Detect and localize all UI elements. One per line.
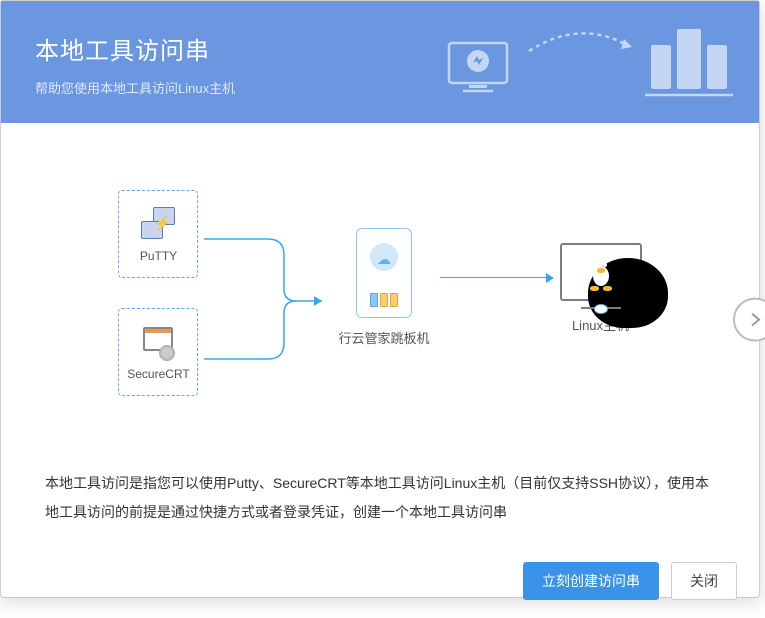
putty-label: PuTTY <box>140 249 177 263</box>
header: 本地工具访问串 帮助您使用本地工具访问Linux主机 <box>1 1 759 123</box>
tool-securecrt: SecureCRT <box>118 308 198 396</box>
connection-diagram: ⚡ PuTTY SecureCRT <box>41 173 719 413</box>
dialog-body: ⚡ PuTTY SecureCRT <box>1 123 759 548</box>
dialog-footer: 立刻创建访问串 关闭 <box>1 548 759 618</box>
tux-icon <box>586 254 616 290</box>
server-icon: ☁ <box>356 228 412 318</box>
arrow-server-to-host <box>430 277 560 279</box>
securecrt-label: SecureCRT <box>127 367 189 381</box>
tools-column: ⚡ PuTTY SecureCRT <box>118 190 198 396</box>
arrows-tools-to-server <box>198 193 338 393</box>
dialog: 本地工具访问串 帮助您使用本地工具访问Linux主机 <box>0 0 760 598</box>
securecrt-icon <box>139 323 177 361</box>
header-illustration <box>439 19 739 109</box>
tool-putty: ⚡ PuTTY <box>118 190 198 278</box>
jump-server: ☁ 行云管家跳板机 <box>338 228 429 347</box>
create-button[interactable]: 立刻创建访问串 <box>523 562 659 600</box>
description-text: 本地工具访问是指您可以使用Putty、SecureCRT等本地工具访问Linux… <box>41 469 719 528</box>
jump-server-label: 行云管家跳板机 <box>338 328 429 347</box>
monitor-icon <box>560 243 642 301</box>
linux-host: Linux主机 <box>560 243 642 334</box>
close-button[interactable]: 关闭 <box>671 562 737 600</box>
putty-icon: ⚡ <box>139 205 177 243</box>
next-button[interactable] <box>733 298 765 342</box>
